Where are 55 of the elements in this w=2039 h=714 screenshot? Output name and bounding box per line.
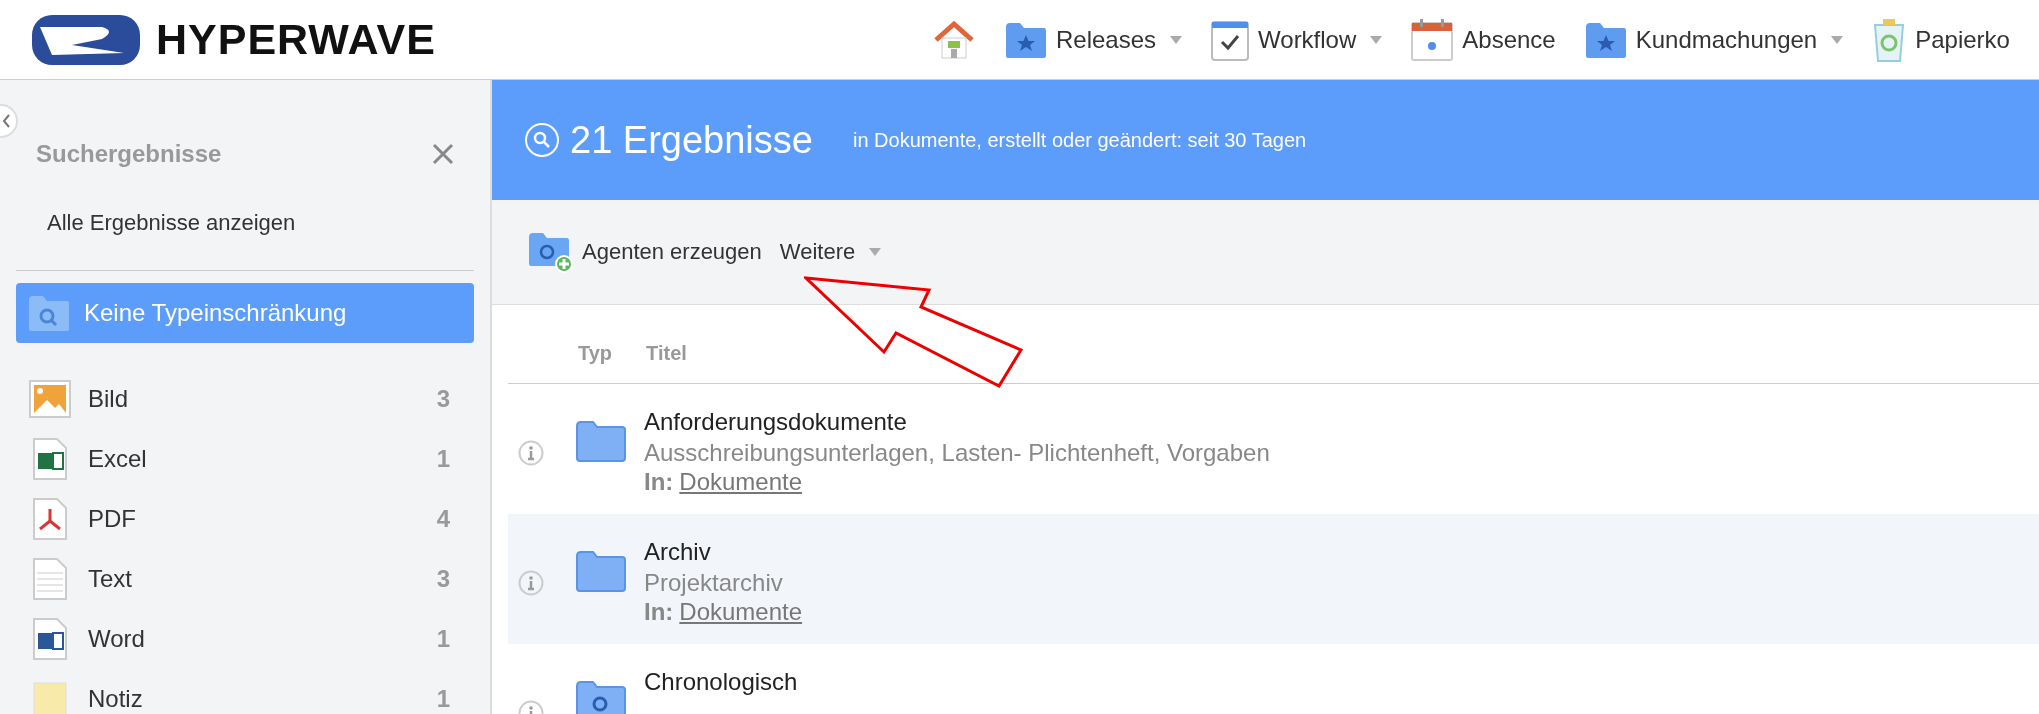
calendar-icon [1410, 17, 1455, 62]
show-all-link[interactable]: Alle Ergebnisse anzeigen [0, 168, 490, 236]
result-count: 1 [436, 625, 450, 653]
caret-icon [1831, 35, 1844, 44]
logo-icon [32, 14, 140, 65]
nav-menu-item[interactable]: Papierko [1871, 16, 2010, 63]
folder-icon [576, 420, 626, 462]
result-row[interactable]: Archiv Projektarchiv In: Dokumente [508, 514, 2039, 644]
nav-menu-item[interactable]: Absence [1410, 17, 1556, 62]
star-folder-icon [1583, 20, 1628, 59]
close-icon[interactable] [432, 143, 454, 165]
result-title[interactable]: Chronologisch [644, 666, 798, 698]
type-filter-item[interactable]: Excel 1 [28, 429, 490, 489]
location-link[interactable]: Dokumente [679, 468, 803, 496]
result-description: Ausschreibungsunterlagen, Lasten- Plichtenheft, Vorgaben [644, 438, 1270, 468]
folder-icon [576, 550, 626, 592]
type-filter-item[interactable]: Text 3 [28, 549, 490, 609]
type-filter-item[interactable]: Notiz 1 [28, 669, 490, 714]
sidebar-title: Suchergebnisse [36, 140, 222, 168]
nav-menu-item[interactable]: Kundmachungen [1583, 20, 1844, 59]
type-filter-item[interactable]: Word 1 [28, 609, 490, 669]
result-row[interactable]: Anforderungsdokumente Ausschreibungsunterlagen, Lasten- Plichtenheft, Vorgaben In: Dokumente [508, 384, 2039, 514]
more-dropdown[interactable]: Weitere [779, 239, 890, 265]
create-agent-button[interactable]: Agenten erzeugen [528, 231, 770, 273]
info-icon[interactable] [518, 440, 544, 466]
search-folder-icon [576, 680, 626, 714]
logo-text: HYPERWAVE [156, 15, 436, 64]
star-folder-icon [1004, 20, 1048, 59]
result-title[interactable]: Archiv [644, 536, 803, 568]
info-icon[interactable] [518, 570, 544, 596]
chevron-left-icon [1, 113, 13, 129]
results-heading: 21 Ergebnisse [570, 118, 813, 162]
caret-icon [1170, 35, 1183, 44]
result-description: Projektarchiv [644, 568, 784, 598]
result-count: 1 [436, 685, 450, 713]
nav-menu-item[interactable]: Workflow [1210, 17, 1383, 62]
result-count: 3 [436, 565, 450, 593]
nav-menu-item[interactable]: Releases [1004, 20, 1183, 59]
type-filter-item[interactable]: PDF 4 [28, 489, 490, 549]
result-row[interactable]: Chronologisch [508, 644, 2039, 714]
location-link[interactable]: Dokumente [679, 598, 803, 626]
location-label: In: [644, 468, 674, 496]
search-scope-text: in Dokumente, erstellt oder geändert: seit 30 Tagen [852, 128, 1307, 152]
caret-icon [1370, 35, 1383, 44]
result-count: 4 [436, 505, 450, 533]
search-icon [524, 122, 560, 158]
result-count: 3 [436, 385, 450, 413]
type-filter-item[interactable]: Bild 3 [28, 369, 490, 429]
caret-icon [869, 248, 882, 256]
image-file-icon [28, 380, 72, 418]
search-folder-icon [28, 294, 70, 332]
location-label: In: [644, 598, 674, 626]
folder-add-icon [528, 231, 574, 273]
result-title[interactable]: Anforderungsdokumente [644, 406, 1270, 438]
result-count: 1 [436, 445, 450, 473]
